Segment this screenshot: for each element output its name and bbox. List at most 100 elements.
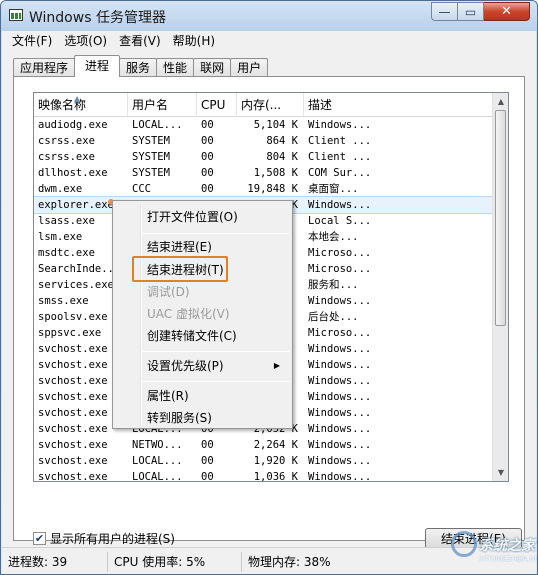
scroll-down-icon[interactable]: ▼ xyxy=(493,464,508,481)
scroll-up-icon[interactable]: ▲ xyxy=(493,93,508,110)
cell-cpu: 00 xyxy=(201,167,214,179)
cell-memory: 864 K xyxy=(266,135,298,147)
cell-memory: 19,848 K xyxy=(247,183,298,195)
column-cpu[interactable]: CPU xyxy=(197,93,237,117)
close-button[interactable]: ✕ xyxy=(484,2,530,21)
menu-help[interactable]: 帮助(H) xyxy=(167,31,221,51)
column-image-name[interactable]: ▲ 映像名称 xyxy=(34,93,128,117)
status-process-count: 进程数: 39 xyxy=(2,551,108,572)
cell-image-name: csrss.exe xyxy=(38,135,95,147)
menu-separator xyxy=(143,351,289,352)
table-row[interactable]: dwm.exe CCC 00 19,848 K 桌面窗... xyxy=(34,181,494,197)
cell-user-name: SYSTEM xyxy=(132,151,170,163)
cell-description: Microso... xyxy=(308,263,372,275)
cell-image-name: svchost.exe xyxy=(38,455,108,467)
tab-users[interactable]: 用户 xyxy=(230,58,269,77)
status-physical-memory: 物理内存: 38% xyxy=(248,554,331,569)
minimize-button[interactable]: — xyxy=(431,2,458,21)
vertical-scrollbar[interactable]: ▲ ▼ xyxy=(492,93,508,481)
task-manager-icon xyxy=(9,9,23,21)
tab-performance[interactable]: 性能 xyxy=(156,58,195,77)
title-bar[interactable]: Windows 任务管理器 — ▭ ✕ xyxy=(1,1,537,31)
menu-view[interactable]: 查看(V) xyxy=(113,31,167,51)
menu-debug: 调试(D) xyxy=(147,285,190,299)
tab-processes[interactable]: 进程 xyxy=(74,55,121,77)
cell-memory: 804 K xyxy=(266,151,298,163)
menu-bar: 文件(F) 选项(O) 查看(V) 帮助(H) xyxy=(2,31,536,51)
table-row[interactable]: svchost.exe LOCAL... 00 1,920 K Windows... xyxy=(34,453,494,469)
cell-image-name: dwm.exe xyxy=(38,183,83,195)
cell-description: 桌面窗... xyxy=(308,183,359,195)
cell-description: Windows... xyxy=(308,199,372,211)
tab-services[interactable]: 服务 xyxy=(119,58,158,77)
cell-description: COM Sur... xyxy=(308,167,372,179)
cell-memory: 5,104 K xyxy=(253,119,298,131)
menu-properties[interactable]: 属性(R) xyxy=(115,385,290,407)
show-all-users-checkbox[interactable]: ✔ xyxy=(33,531,46,545)
table-row[interactable]: svchost.exe NETWO... 00 2,264 K Windows... xyxy=(34,437,494,453)
cell-user-name: CCC xyxy=(132,183,151,195)
cell-user-name: LOCAL... xyxy=(132,471,183,482)
cell-description: Windows... xyxy=(308,375,372,387)
cell-description: Windows... xyxy=(308,295,372,307)
cell-user-name: LOCAL... xyxy=(132,455,183,467)
watermark-subtext: XITONGZHIJIA.NET xyxy=(479,555,538,563)
menu-file[interactable]: 文件(F) xyxy=(6,31,58,51)
watermark-logo-icon xyxy=(451,531,477,557)
tab-strip: 应用程序 进程 服务 性能 联网 用户 xyxy=(13,55,269,77)
column-memory[interactable]: 内存(... xyxy=(237,93,304,117)
menu-uac-virtualization: UAC 虚拟化(V) xyxy=(147,307,230,321)
cell-description: Windows... xyxy=(308,455,372,467)
cell-image-name: dllhost.exe xyxy=(38,167,108,179)
cell-memory: 2,264 K xyxy=(253,439,298,451)
show-all-users-option[interactable]: ✔ 显示所有用户的进程(S) xyxy=(33,530,175,546)
cell-description: Windows... xyxy=(308,439,372,451)
cell-memory: 1,036 K xyxy=(253,471,298,482)
menu-open-file-location[interactable]: 打开文件位置(O) xyxy=(115,206,290,228)
table-row[interactable]: csrss.exe SYSTEM 00 864 K Client ... xyxy=(34,133,494,149)
cell-description: Microso... xyxy=(308,247,372,259)
maximize-button[interactable]: ▭ xyxy=(458,2,484,21)
context-menu: 打开文件位置(O) 结束进程(E) 结束进程树(T) 调试(D) UAC 虚拟化… xyxy=(112,200,293,429)
window-title: Windows 任务管理器 xyxy=(29,10,166,26)
table-row[interactable]: dllhost.exe SYSTEM 00 1,508 K COM Sur... xyxy=(34,165,494,181)
cell-description: Local S... xyxy=(308,215,372,227)
cell-cpu: 00 xyxy=(201,439,214,451)
watermark-text: 系统之家 xyxy=(479,538,535,554)
tab-applications[interactable]: 应用程序 xyxy=(13,58,76,77)
task-manager-window: Windows 任务管理器 — ▭ ✕ 文件(F) 选项(O) 查看(V) 帮助… xyxy=(0,0,538,575)
cell-description: Client ... xyxy=(308,151,372,163)
menu-create-dump-file[interactable]: 创建转储文件(C) xyxy=(115,325,290,347)
table-row[interactable]: svchost.exe LOCAL... 00 1,036 K Windows... xyxy=(34,469,494,482)
cell-cpu: 00 xyxy=(201,471,214,482)
scroll-thumb[interactable] xyxy=(495,110,506,326)
table-row[interactable]: csrss.exe SYSTEM 00 804 K Client ... xyxy=(34,149,494,165)
column-description[interactable]: 描述 xyxy=(304,93,494,117)
sort-up-icon: ▲ xyxy=(74,94,81,103)
cell-description: Microso... xyxy=(308,327,372,339)
menu-separator xyxy=(143,381,289,382)
cell-description: Windows... xyxy=(308,391,372,403)
site-watermark: 系统之家 XITONGZHIJIA.NET xyxy=(451,529,538,574)
menu-set-priority[interactable]: 设置优先级(P) ▶ xyxy=(115,355,290,377)
cell-description: 本地会... xyxy=(308,231,359,243)
cell-description: 服务和... xyxy=(308,279,359,291)
menu-options[interactable]: 选项(O) xyxy=(58,31,113,51)
cell-cpu: 00 xyxy=(201,455,214,467)
menu-end-process[interactable]: 结束进程(E) xyxy=(115,236,290,258)
cell-user-name: LOCAL... xyxy=(132,119,183,131)
cell-description: Windows... xyxy=(308,423,372,435)
menu-set-priority-label: 设置优先级(P) xyxy=(147,359,224,373)
status-cpu-usage: CPU 使用率: 5% xyxy=(108,551,242,572)
cell-cpu: 00 xyxy=(201,151,214,163)
menu-go-to-service[interactable]: 转到服务(S) xyxy=(115,407,290,429)
list-header: ▲ 映像名称 用户名 CPU 内存(... 描述 xyxy=(34,93,494,117)
cell-image-name: audiodg.exe xyxy=(38,119,108,131)
tab-networking[interactable]: 联网 xyxy=(193,58,232,77)
column-user-name[interactable]: 用户名 xyxy=(128,93,197,117)
table-row[interactable]: audiodg.exe LOCAL... 00 5,104 K Windows... xyxy=(34,117,494,133)
cell-image-name: svchost.exe xyxy=(38,439,108,451)
cell-description: Windows... xyxy=(308,343,372,355)
cell-cpu: 00 xyxy=(201,119,214,131)
cell-memory: 1,508 K xyxy=(253,167,298,179)
